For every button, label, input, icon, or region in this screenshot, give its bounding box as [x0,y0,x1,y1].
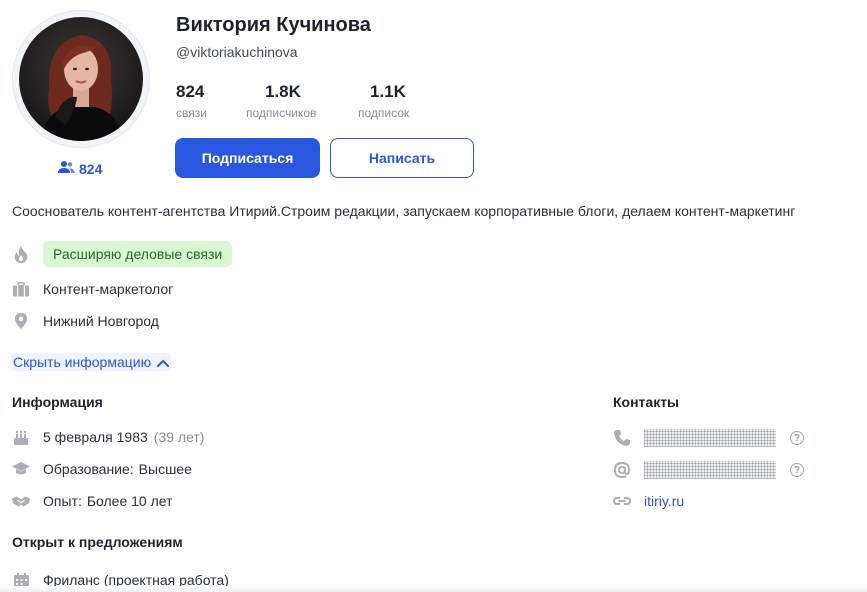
info-title: Информация [12,394,103,410]
experience-row: Опыт: Более 10 лет [12,493,173,509]
subscribe-button[interactable]: Подписаться [175,138,320,178]
bottom-divider [0,586,867,592]
fire-icon [12,245,30,263]
location-pin-icon [12,313,30,329]
connections-badge[interactable]: 824 [58,160,102,177]
education-value: Высшее [138,461,192,477]
avatar-photo [19,17,143,141]
hide-info-label: Скрыть информацию [13,354,152,370]
education-row: Образование: Высшее [12,461,192,477]
profile-handle: @viktoriakuchinova [176,44,298,60]
help-icon[interactable]: ? [790,463,804,477]
birthday-date: 5 февраля 1983 [43,429,148,445]
message-button[interactable]: Написать [330,138,474,178]
job-row: Контент-маркетолог [12,281,173,297]
graduation-cap-icon [12,462,30,476]
profile-name: Виктория Кучинова [176,14,371,36]
goal-tag: Расширяю деловые связи [43,241,233,267]
birthday-row: 5 февраля 1983 (39 лет) [12,429,204,445]
city-row: Нижний Новгород [12,313,159,329]
stat-value: 1.1K [370,82,406,101]
stat-label: подписчиков [246,106,317,120]
handshake-icon [12,495,30,508]
email-row: ? [613,461,804,479]
age: (39 лет) [153,429,205,445]
chevron-up-icon [157,354,170,370]
phone-icon [613,430,631,446]
help-icon[interactable]: ? [790,431,804,445]
experience-value: Более 10 лет [86,493,173,509]
profile-about: Сооснователь контент-агентства Итирий.Ст… [12,203,796,219]
phone-masked[interactable] [644,429,776,447]
avatar[interactable] [12,10,150,148]
at-icon [613,462,631,478]
connections-count: 824 [79,160,103,177]
stat-following[interactable]: 1.1K подписок [358,82,409,120]
site-row: itiriy.ru [613,493,684,509]
stat-value: 1.8K [265,82,301,101]
city: Нижний Новгород [43,313,159,329]
stat-followers[interactable]: 1.8K подписчиков [246,82,316,120]
stat-label: подписок [358,106,410,120]
users-icon [58,160,75,177]
open-to-title: Открыт к предложениям [12,534,183,550]
cake-icon [12,430,30,445]
stat-label: связи [176,106,207,120]
job-title: Контент-маркетолог [43,281,174,297]
site-link[interactable]: itiriy.ru [644,493,684,509]
email-masked[interactable] [644,461,776,479]
phone-row: ? [613,429,804,447]
experience-label: Опыт: [43,493,82,509]
hide-info-toggle[interactable]: Скрыть информацию [11,353,172,371]
goal-row: Расширяю деловые связи [12,241,233,267]
stat-connections[interactable]: 824 связи [176,82,207,120]
contacts-title: Контакты [613,394,680,410]
link-icon [613,495,631,507]
education-label: Образование: [43,461,134,477]
briefcase-icon [12,281,30,297]
stat-value: 824 [176,82,205,101]
